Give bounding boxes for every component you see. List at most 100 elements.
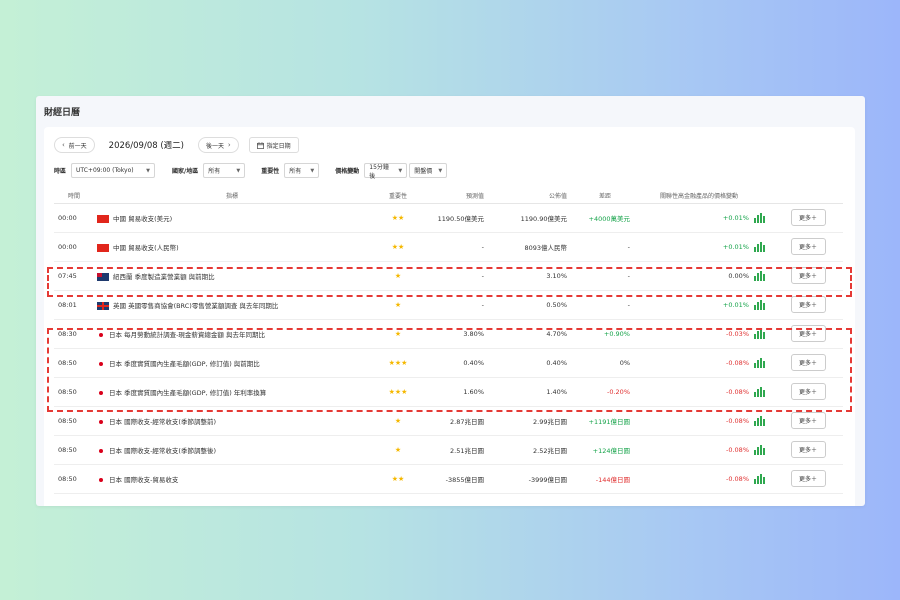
price-change-value: -0.08%	[726, 416, 749, 425]
event-time: 00:00	[54, 203, 94, 233]
importance-stars: ★★	[370, 232, 426, 262]
jp-flag-icon	[97, 330, 105, 339]
diff-value: -	[577, 290, 638, 320]
indicator-name: 紐西蘭 季度製造業營業額 與前期比	[113, 272, 215, 281]
bar-chart-icon[interactable]	[754, 357, 765, 368]
importance-stars: ★★★	[370, 348, 426, 378]
more-button[interactable]: 更多＋	[790, 470, 826, 487]
price-change-value: +0.01%	[722, 213, 749, 222]
actual-value: 3.10%	[494, 261, 577, 291]
bar-chart-icon[interactable]	[754, 241, 765, 252]
price-change-cell: +0.01%	[638, 290, 773, 320]
price-type-select[interactable]: 開盤價 ▼	[409, 163, 448, 178]
bar-chart-icon[interactable]	[754, 473, 765, 484]
more-button[interactable]: 更多＋	[790, 441, 826, 458]
more-cell: 更多＋	[773, 406, 844, 436]
diff-value: -	[577, 261, 638, 291]
price-change-label: 價格變動	[335, 168, 360, 175]
region-select[interactable]: 所有 ▼	[203, 163, 246, 178]
more-button[interactable]: 更多＋	[790, 209, 826, 226]
price-timing-select[interactable]: 15分鐘後 ▼	[364, 163, 408, 180]
price-change-cell: -0.03%	[638, 319, 773, 349]
forecast-value: -	[426, 232, 494, 262]
event-indicator: 中國 貿易收支(人民幣)	[94, 232, 370, 262]
timezone-label: 時區	[54, 168, 67, 175]
importance-select[interactable]: 所有 ▼	[284, 163, 320, 178]
bar-chart-icon[interactable]	[754, 328, 765, 339]
more-button[interactable]: 更多＋	[790, 325, 826, 342]
diff-value: -144億日圓	[577, 464, 638, 494]
bar-chart-icon[interactable]	[754, 299, 765, 310]
price-change-cell: -0.08%	[638, 464, 773, 494]
more-button[interactable]: 更多＋	[790, 354, 826, 371]
event-indicator: 日本 季度實質國內生產毛額(GDP, 修訂值) 與前期比	[94, 348, 370, 378]
importance-stars: ★	[370, 261, 426, 291]
bar-chart-icon[interactable]	[754, 212, 765, 223]
actual-value: 2.52兆日圓	[494, 435, 577, 465]
indicator-name: 日本 季度實質國內生產毛額(GDP, 修訂值) 年利率換算	[109, 388, 267, 397]
actual-value: 1190.90億美元	[494, 203, 577, 233]
region-label: 國家/地區	[172, 168, 199, 175]
event-time: 08:01	[54, 290, 94, 320]
forecast-value: 0.40%	[426, 348, 494, 378]
calendar-icon	[256, 141, 264, 149]
jp-flag-icon	[97, 417, 105, 426]
diff-value: -	[577, 232, 638, 262]
importance-stars: ★	[370, 290, 426, 320]
actual-value: 0.40%	[494, 348, 577, 378]
col-header-actual: 公佈值	[494, 189, 577, 204]
more-cell: 更多＋	[773, 203, 844, 233]
event-indicator: 日本 國際收支-貿易收支	[94, 464, 370, 494]
more-cell: 更多＋	[773, 290, 844, 320]
bar-chart-icon[interactable]	[754, 415, 765, 426]
timezone-select[interactable]: UTC+09:00 (Tokyo) ▼	[71, 163, 156, 178]
price-change-value: -0.03%	[726, 329, 749, 338]
diff-value: +4000萬美元	[577, 203, 638, 233]
chevron-down-icon: ▼	[310, 167, 315, 174]
event-time: 08:50	[54, 348, 94, 378]
bar-chart-icon[interactable]	[754, 386, 765, 397]
price-change-cell: -0.08%	[638, 377, 773, 407]
importance-stars: ★★	[370, 464, 426, 494]
more-cell: 更多＋	[773, 261, 844, 291]
price-type-value: 開盤價	[414, 168, 433, 175]
more-cell: 更多＋	[773, 377, 844, 407]
table-row: 08:01 英國 英國零售商協會(BRC)零售營業額調查 與去年同期比 ★ -0.50…	[54, 290, 844, 320]
more-button[interactable]: 更多＋	[790, 383, 826, 400]
more-button[interactable]: 更多＋	[790, 267, 826, 284]
event-time: 08:50	[54, 377, 94, 407]
jp-flag-icon	[97, 388, 105, 397]
more-cell: 更多＋	[773, 348, 844, 378]
bar-chart-icon[interactable]	[754, 270, 765, 281]
date-toolbar: ‹ 前一天 2026/09/08 (週二) 後一天 › 指定日期	[54, 137, 299, 153]
event-time: 08:50	[54, 406, 94, 436]
importance-stars: ★	[370, 319, 426, 349]
event-time: 07:45	[54, 261, 94, 291]
price-change-cell: -0.08%	[638, 435, 773, 465]
actual-value: -3999億日圓	[494, 464, 577, 494]
more-button[interactable]: 更多＋	[790, 238, 826, 255]
event-indicator: 中國 貿易收支(美元)	[94, 203, 370, 233]
prev-day-button[interactable]: ‹ 前一天	[54, 137, 95, 153]
next-day-button[interactable]: 後一天 ›	[197, 137, 239, 153]
more-button[interactable]: 更多＋	[790, 296, 826, 313]
chevron-down-icon: ▼	[398, 167, 403, 174]
uk-flag-icon	[97, 301, 109, 310]
price-change-value: -0.08%	[726, 358, 749, 367]
event-indicator: 紐西蘭 季度製造業營業額 與前期比	[94, 261, 370, 291]
indicator-name: 日本 國際收支-經常收支(季節調整前)	[109, 417, 216, 426]
filter-bar: 時區 UTC+09:00 (Tokyo) ▼ 國家/地區 所有 ▼ 重要性 所有 ▼ …	[54, 163, 448, 180]
chevron-left-icon: ‹	[62, 141, 65, 149]
calendar-card: ‹ 前一天 2026/09/08 (週二) 後一天 › 指定日期 時區 UTC+…	[44, 127, 855, 506]
cn-flag-icon	[97, 214, 109, 223]
cn-flag-icon	[97, 243, 109, 252]
event-time: 08:30	[54, 319, 94, 349]
more-button[interactable]: 更多＋	[790, 412, 826, 429]
chevron-down-icon: ▼	[236, 167, 241, 174]
table-row: 08:50 日本 季度實質國內生產毛額(GDP, 修訂值) 與前期比 ★★★ 0.40…	[54, 348, 844, 378]
bar-chart-icon[interactable]	[754, 444, 765, 455]
importance-stars: ★★	[370, 203, 426, 233]
price-change-value: -0.08%	[726, 474, 749, 483]
more-cell: 更多＋	[773, 319, 844, 349]
pick-date-button[interactable]: 指定日期	[248, 137, 299, 153]
